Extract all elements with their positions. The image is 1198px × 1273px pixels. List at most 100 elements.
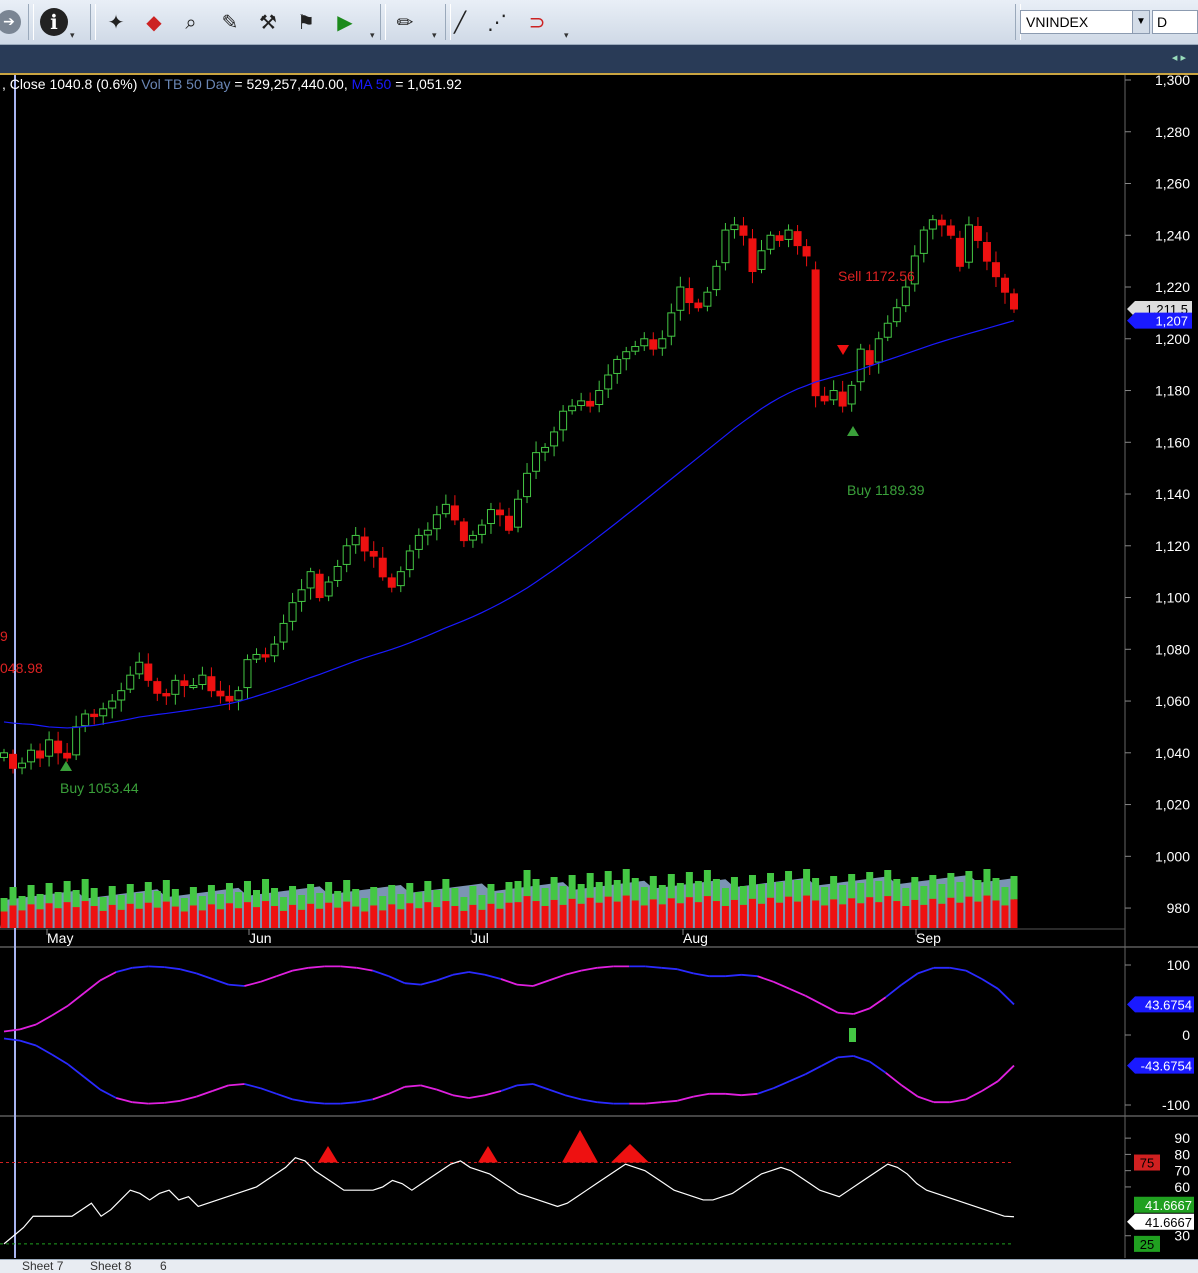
volume-bar-down	[325, 902, 333, 928]
candle-body	[865, 350, 874, 366]
candle-body	[991, 262, 1000, 278]
oscillator-line-segment	[340, 965, 357, 969]
tab-sheet-8[interactable]: Sheet 8	[90, 1260, 131, 1273]
volume-bar-down	[135, 908, 143, 928]
candle-body	[541, 446, 550, 453]
candle-body	[955, 237, 964, 267]
volume-bar-down	[81, 901, 89, 928]
volume-bar-down	[271, 906, 279, 928]
stoch-marker-label: 41.6667	[1145, 1198, 1192, 1213]
osc-tick-label: 100	[1167, 957, 1191, 973]
volume-bar-down	[234, 908, 242, 928]
volume-bar-up	[902, 888, 910, 906]
candle-body	[135, 661, 144, 675]
volume-bar-up	[433, 890, 441, 908]
price-tick-label: 1,000	[1155, 848, 1190, 864]
candle-body	[685, 288, 694, 304]
volume-bar-up	[676, 883, 684, 904]
volume-bar-down	[54, 908, 62, 928]
oscillator-line-segment	[821, 1056, 839, 1067]
volume-bar-up	[893, 879, 901, 902]
oscillator-line-segment	[308, 1101, 325, 1105]
volume-bar-up	[243, 881, 251, 903]
stoch-tick-label: 80	[1174, 1146, 1190, 1162]
volume-bar-up	[992, 878, 1000, 901]
oscillator-line-segment	[821, 1003, 839, 1014]
oscillator-line-segment	[741, 1092, 758, 1097]
oscillator-line-segment	[356, 1098, 373, 1104]
volume-bar-down	[90, 906, 98, 928]
volume-bar-up	[81, 879, 89, 902]
candle-body	[595, 390, 604, 405]
candle-body	[189, 685, 198, 689]
volume-bar-down	[442, 901, 450, 928]
volume-bar-down	[207, 904, 215, 928]
volume-bar-down	[848, 898, 856, 928]
candle-body	[495, 509, 504, 516]
volume-bar-up	[721, 888, 729, 906]
oscillator-line-segment	[19, 1023, 37, 1031]
oscillator-line-segment	[244, 1083, 261, 1090]
volume-bar-down	[712, 901, 720, 928]
volume-bar-down	[379, 910, 387, 928]
oscillator-line-segment	[164, 966, 181, 971]
candle-body	[775, 235, 784, 241]
tab-sheet-7[interactable]: Sheet 7	[22, 1260, 63, 1273]
candle-body	[946, 225, 955, 236]
price-tick-label: 1,060	[1155, 693, 1190, 709]
volume-bar-down	[676, 903, 684, 928]
candle-body	[667, 312, 676, 337]
candle-body	[477, 524, 486, 535]
volume-bar-up	[298, 895, 306, 910]
oscillator-line-segment	[276, 1092, 293, 1101]
oscillator-line-segment	[949, 1098, 967, 1104]
date-tick-label: Jun	[249, 930, 272, 946]
volume-bar-down	[243, 902, 251, 928]
osc-tick-label: -100	[1162, 1097, 1190, 1113]
tab-sheet-6[interactable]: 6	[160, 1260, 167, 1273]
price-tick-label: 1,280	[1155, 124, 1190, 140]
oscillator-line-segment	[35, 1044, 53, 1056]
price-tick-label: 980	[1167, 900, 1191, 916]
volume-bar-down	[839, 904, 847, 928]
volume-bar-up	[117, 895, 125, 910]
volume-bar-up	[514, 881, 522, 903]
candle-body	[856, 348, 865, 383]
oscillator-line-segment	[725, 973, 742, 978]
volume-bar-down	[794, 901, 802, 928]
candle-body	[784, 229, 793, 240]
chart-area[interactable]: 1,300 1,280 1,260 1,240 1,220 1,200 1,180 1,160…	[0, 0, 1198, 1272]
oscillator-line-segment	[83, 979, 101, 994]
volume-bar-down	[658, 904, 666, 928]
price-tick-label: 1,300	[1155, 72, 1190, 88]
volume-bar-down	[27, 904, 35, 928]
oscillator-marker-label: 43.6754	[1145, 997, 1192, 1012]
volume-bar-down	[225, 903, 233, 928]
volume-bar-down	[812, 900, 820, 928]
volume-bar-down	[776, 902, 784, 928]
volume-bar-down	[108, 904, 116, 928]
volume-bar-up	[126, 884, 134, 904]
candle-body	[225, 695, 234, 702]
candle-body	[892, 307, 901, 323]
candle-body	[171, 679, 180, 695]
volume-bar-up	[18, 896, 26, 911]
volume-bar-up	[135, 893, 143, 909]
volume-bar-up	[586, 873, 594, 898]
volume-bar-up	[415, 892, 423, 909]
oscillator-line-segment	[51, 1053, 69, 1066]
volume-bar-up	[487, 884, 495, 904]
oscillator-line-segment	[981, 978, 999, 990]
candle-body	[360, 536, 369, 552]
oscillator-line-segment	[789, 1073, 806, 1083]
volume-bar-up	[216, 894, 224, 910]
oscillator-line-segment	[532, 1083, 550, 1091]
candle-body	[550, 431, 559, 447]
overbought-fill	[318, 1146, 338, 1163]
oscillator-line-segment	[500, 978, 518, 986]
volume-bar-up	[730, 877, 738, 900]
oscillator-line-segment	[597, 1101, 614, 1105]
oscillator-line-segment	[468, 971, 486, 976]
oscillator-line-segment	[420, 979, 438, 986]
volume-bar-up	[541, 888, 549, 906]
